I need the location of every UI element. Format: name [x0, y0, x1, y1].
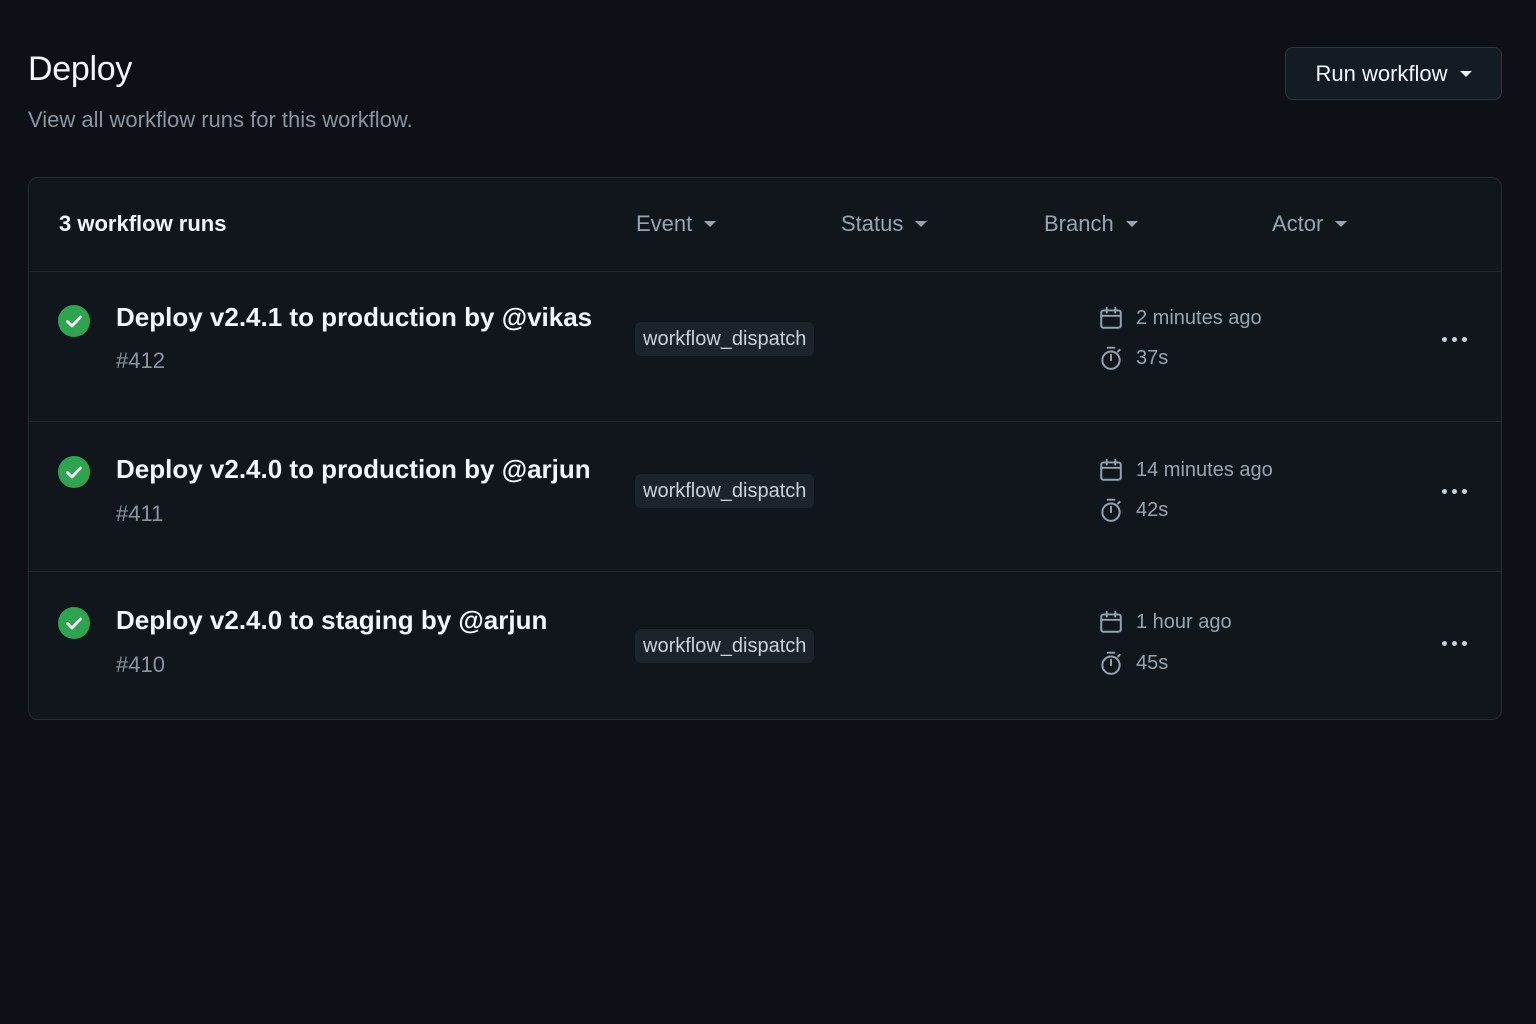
kebab-horizontal-icon [1461, 336, 1467, 342]
event-label: workflow_dispatch [635, 474, 815, 508]
event-filter-label: Event [636, 211, 693, 236]
caret-down-icon [915, 221, 928, 227]
calendar-icon [1100, 610, 1122, 633]
run-time: 2 minutes ago [1098, 305, 1262, 331]
run-number: #410 [116, 652, 165, 677]
workflow-runs-page: Deploy View all workflow runs for this w… [0, 0, 1536, 1024]
run-time-text: 2 minutes ago [1136, 306, 1262, 329]
stopwatch-icon [1101, 651, 1121, 675]
branch-filter-label: Branch [1044, 211, 1114, 236]
run-time-text: 1 hour ago [1136, 610, 1232, 633]
check-circle-icon [58, 456, 90, 488]
caret-down-icon [1459, 70, 1472, 77]
status-filter-label: Status [841, 211, 904, 236]
kebab-horizontal-icon [1441, 488, 1447, 494]
kebab-horizontal-icon [1451, 336, 1457, 342]
calendar-icon [1100, 458, 1122, 481]
run-time: 1 hour ago [1098, 609, 1232, 635]
run-title-link[interactable]: Deploy v2.4.0 to production by @arjun [116, 454, 591, 485]
actor-filter-label: Actor [1272, 211, 1324, 236]
run-options-button[interactable] [1429, 324, 1479, 354]
run-duration-text: 42s [1136, 498, 1169, 521]
event-label: workflow_dispatch [635, 322, 815, 356]
runs-count: 3 workflow runs [59, 211, 227, 236]
stopwatch-icon [1101, 346, 1121, 370]
branch-filter[interactable]: Branch [1044, 211, 1138, 237]
workflow-run-row[interactable]: Deploy v2.4.0 to production by @arjun #4… [29, 422, 1501, 572]
run-duration-text: 45s [1136, 651, 1169, 674]
event-label: workflow_dispatch [635, 629, 815, 663]
check-circle-icon [58, 607, 90, 639]
runs-list-header: 3 workflow runs Event Status Branch Acto… [29, 178, 1501, 272]
page-header: Deploy View all workflow runs for this w… [28, 50, 413, 133]
kebab-horizontal-icon [1451, 488, 1457, 494]
kebab-horizontal-icon [1441, 640, 1447, 646]
workflow-run-row[interactable]: Deploy v2.4.0 to staging by @arjun #410 … [29, 572, 1501, 719]
run-time: 14 minutes ago [1098, 457, 1273, 483]
caret-down-icon [1125, 221, 1138, 227]
run-duration: 42s [1098, 497, 1168, 523]
run-time-text: 14 minutes ago [1136, 458, 1273, 481]
page-title: Deploy [28, 50, 133, 88]
run-duration-text: 37s [1136, 346, 1169, 369]
run-options-button[interactable] [1429, 476, 1479, 506]
run-options-button[interactable] [1429, 628, 1479, 658]
calendar-icon [1100, 306, 1122, 329]
kebab-horizontal-icon [1451, 640, 1457, 646]
run-number: #411 [116, 501, 164, 526]
run-duration: 45s [1098, 650, 1168, 676]
caret-down-icon [1335, 221, 1348, 227]
run-duration: 37s [1098, 345, 1168, 371]
run-workflow-button[interactable]: Run workflow [1285, 47, 1502, 100]
kebab-horizontal-icon [1461, 488, 1467, 494]
event-filter[interactable]: Event [636, 211, 717, 237]
run-workflow-label: Run workflow [1315, 60, 1448, 86]
run-title-link[interactable]: Deploy v2.4.0 to staging by @arjun [116, 605, 547, 636]
caret-down-icon [704, 221, 717, 227]
kebab-horizontal-icon [1441, 336, 1447, 342]
actor-filter[interactable]: Actor [1272, 211, 1348, 237]
kebab-horizontal-icon [1461, 640, 1467, 646]
workflow-run-row[interactable]: Deploy v2.4.1 to production by @vikas #4… [29, 272, 1501, 422]
stopwatch-icon [1101, 498, 1121, 522]
run-number: #412 [116, 348, 165, 373]
status-filter[interactable]: Status [841, 211, 928, 237]
workflow-runs-panel: 3 workflow runs Event Status Branch Acto… [28, 177, 1502, 720]
page-subtitle: View all workflow runs for this workflow… [28, 107, 413, 132]
run-title-link[interactable]: Deploy v2.4.1 to production by @vikas [116, 302, 592, 333]
check-circle-icon [58, 305, 90, 337]
